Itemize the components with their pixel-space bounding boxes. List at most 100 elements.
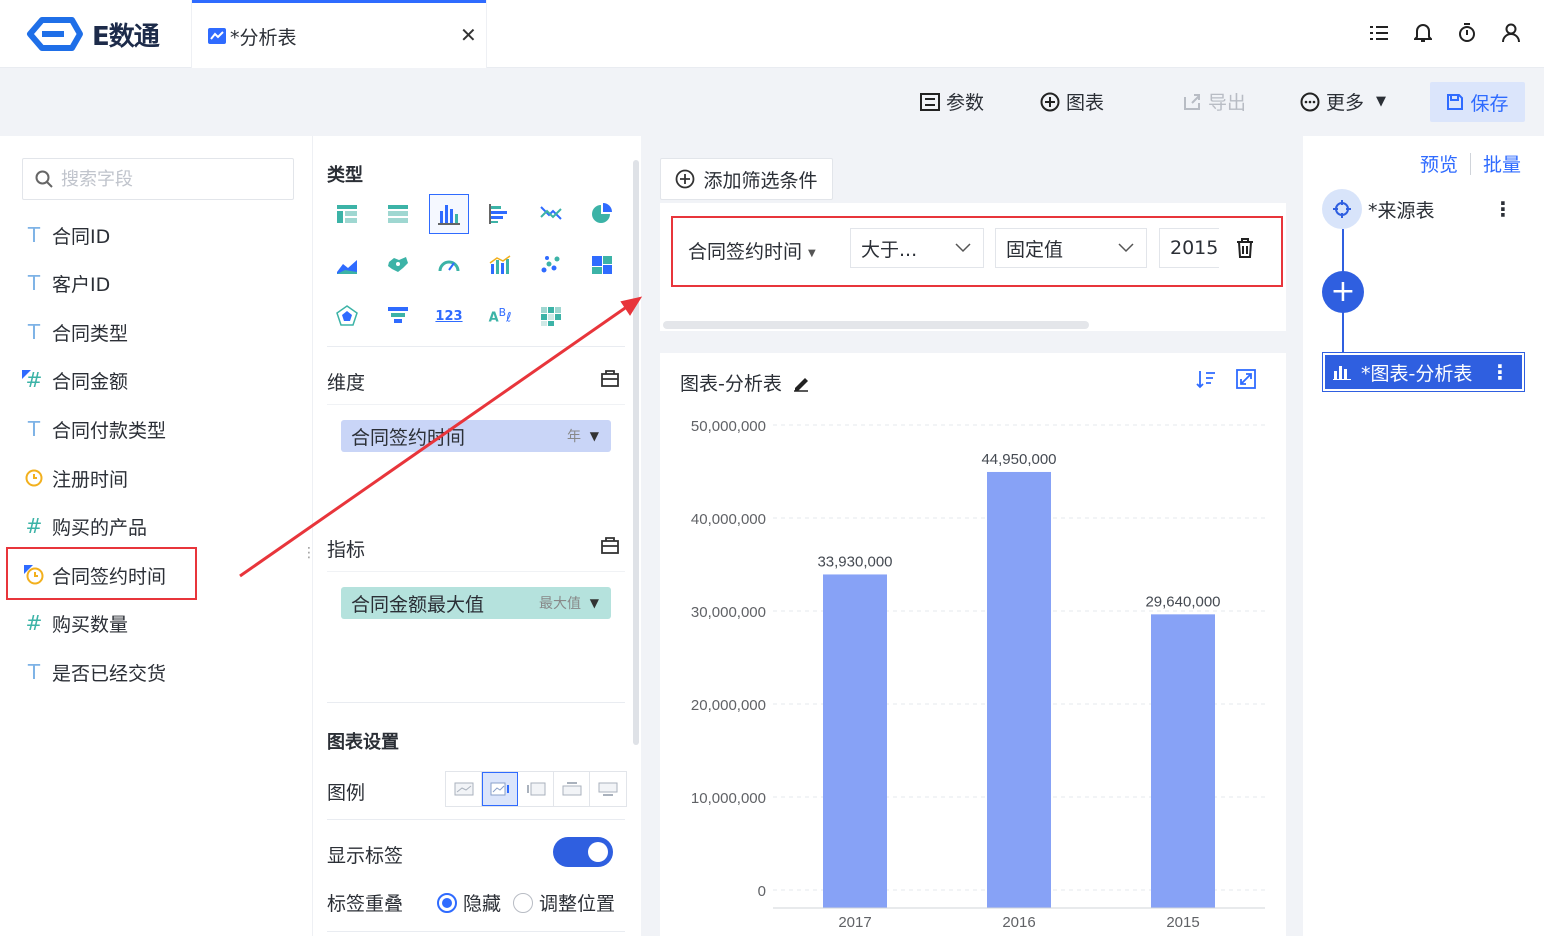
y-tick-label: 0: [758, 883, 766, 900]
overlap-adjust-label: 调整位置: [539, 893, 616, 915]
field-item[interactable]: T 合同付款类型: [22, 411, 166, 447]
overlap-hide-label: 隐藏: [463, 893, 502, 915]
brand-name: E数通: [92, 21, 160, 52]
metric-pill-label: 合同金额最大值: [351, 593, 485, 616]
save-label: 保存: [1470, 92, 1509, 115]
divider: [327, 702, 625, 703]
legend-top-option[interactable]: [554, 772, 590, 806]
legend-left-option[interactable]: [518, 772, 554, 806]
clear-metric-icon[interactable]: [600, 535, 620, 559]
export-button[interactable]: 导出: [1182, 88, 1246, 115]
metric-pill[interactable]: 合同金额最大值 最大值 ▼: [341, 587, 611, 619]
filter-scrollbar[interactable]: [663, 321, 1089, 329]
table-chart-icon[interactable]: [327, 194, 367, 234]
bar-chart-icon: [1333, 366, 1351, 380]
save-button[interactable]: 保存: [1430, 82, 1525, 122]
task-list-icon[interactable]: [1368, 22, 1390, 44]
legend-right-option[interactable]: [482, 772, 518, 806]
bar-chart-icon[interactable]: [429, 194, 469, 234]
tab-analysis[interactable]: *分析表 ✕: [192, 0, 486, 68]
chart-title-label: 图表-分析表: [680, 373, 782, 395]
app-logo[interactable]: E数通: [24, 14, 160, 54]
kebab-menu-icon[interactable]: ⋮: [1490, 360, 1510, 384]
chart-settings-title: 图表设置: [327, 732, 399, 753]
add-node-button[interactable]: +: [1322, 271, 1364, 313]
edit-icon[interactable]: [792, 374, 812, 392]
chart-node[interactable]: *图表-分析表 ⋮: [1322, 352, 1525, 392]
radio-unchecked-icon: [513, 892, 533, 913]
field-label: 是否已经交货: [52, 662, 167, 685]
y-tick-label: 10,000,000: [691, 790, 766, 807]
params-button[interactable]: 参数: [920, 88, 984, 115]
text-type-icon: T: [27, 417, 41, 441]
funnel-icon[interactable]: [378, 296, 418, 336]
bell-icon[interactable]: [1412, 22, 1434, 44]
area-chart-icon[interactable]: [327, 245, 367, 285]
export-icon: [1184, 93, 1200, 110]
fullscreen-icon[interactable]: [1236, 369, 1256, 393]
map-icon[interactable]: [378, 245, 418, 285]
pie-chart-icon[interactable]: [582, 194, 622, 234]
legend-none-option[interactable]: [446, 772, 482, 806]
close-icon[interactable]: ✕: [460, 23, 477, 47]
heatmap-icon[interactable]: [531, 296, 571, 336]
legend-bottom-option[interactable]: [590, 772, 626, 806]
metric-pill-sub: 最大值: [539, 596, 581, 612]
divider: [1470, 153, 1472, 175]
dimension-pill[interactable]: 合同签约时间 年 ▼: [341, 420, 611, 452]
field-item[interactable]: T 合同类型: [22, 314, 128, 350]
timer-icon[interactable]: [1456, 22, 1478, 44]
field-item[interactable]: # 合同金额: [22, 362, 128, 398]
more-label: 更多: [1326, 92, 1365, 114]
sort-icon[interactable]: [1196, 369, 1216, 393]
clear-dimension-icon[interactable]: [600, 368, 620, 392]
config-scrollbar[interactable]: [633, 160, 639, 745]
add-chart-button[interactable]: 图表: [1040, 88, 1104, 115]
field-item[interactable]: T 是否已经交货: [22, 654, 166, 690]
treemap-icon[interactable]: [582, 245, 622, 285]
batch-link[interactable]: 批量: [1483, 150, 1521, 177]
more-button[interactable]: 更多 ▼: [1300, 88, 1386, 115]
field-search[interactable]: [22, 158, 294, 200]
source-node[interactable]: *来源表 ⋮: [1322, 189, 1525, 229]
target-icon: [1322, 189, 1362, 229]
combo-chart-icon[interactable]: [480, 245, 520, 285]
overlap-adjust-radio[interactable]: 调整位置: [513, 889, 615, 916]
bar: [823, 574, 887, 908]
field-item[interactable]: # 购买的产品: [22, 508, 147, 544]
field-label: 购买的产品: [52, 516, 148, 539]
clock-icon: [22, 469, 46, 487]
field-item[interactable]: 注册时间: [22, 460, 128, 496]
number-type-icon: #: [25, 514, 43, 538]
x-tick-label: 2016: [1002, 914, 1035, 931]
plus-circle-icon: [1040, 92, 1060, 111]
preview-link[interactable]: 预览: [1420, 150, 1458, 177]
caret-down-icon[interactable]: ▼: [590, 429, 599, 443]
kpi-number-icon[interactable]: 123: [429, 296, 469, 336]
gauge-icon[interactable]: [429, 245, 469, 285]
detail-table-icon[interactable]: [378, 194, 418, 234]
user-icon[interactable]: [1500, 22, 1522, 44]
field-item[interactable]: T 客户ID: [22, 265, 110, 301]
cross-line-icon[interactable]: [531, 194, 571, 234]
divider: [327, 819, 625, 820]
add-filter-button[interactable]: 添加筛选条件: [660, 158, 833, 200]
kebab-menu-icon[interactable]: ⋮: [1493, 197, 1513, 221]
field-label: 购买数量: [52, 613, 129, 636]
overlap-hide-radio[interactable]: 隐藏: [437, 889, 501, 916]
divider: [327, 931, 625, 932]
caret-down-icon[interactable]: ▼: [590, 596, 599, 610]
word-cloud-icon[interactable]: ABℓ: [480, 296, 520, 336]
search-input[interactable]: [61, 168, 281, 190]
overlap-label: 标签重叠: [327, 893, 404, 915]
show-label-toggle[interactable]: [553, 837, 613, 867]
radar-icon[interactable]: [327, 296, 367, 336]
text-type-icon: T: [27, 660, 41, 684]
x-tick-label: 2015: [1166, 914, 1199, 931]
field-item[interactable]: # 购买数量: [22, 605, 128, 641]
field-label: 合同金额: [52, 370, 129, 393]
scatter-icon[interactable]: [531, 245, 571, 285]
field-item[interactable]: T 合同ID: [22, 217, 110, 253]
horizontal-bar-icon[interactable]: [480, 194, 520, 234]
y-tick-label: 40,000,000: [691, 511, 766, 528]
